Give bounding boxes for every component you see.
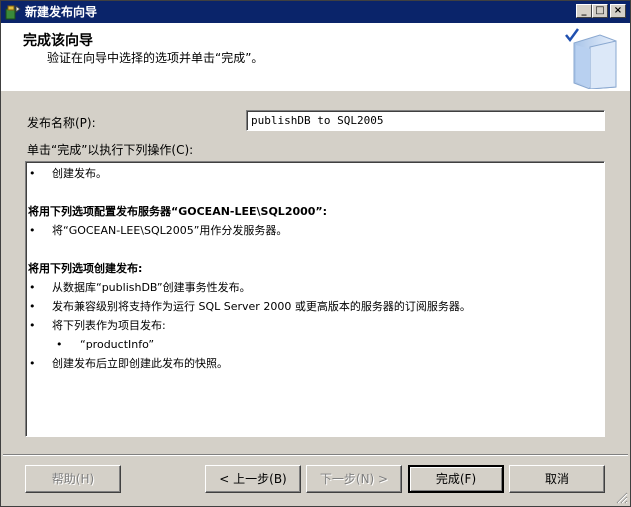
cancel-button[interactable]: 取消	[509, 465, 605, 493]
window-title: 新建发布向导	[25, 5, 98, 19]
next-button[interactable]: 下一步(N) >	[306, 465, 402, 493]
summary-list-item: • 创建发布后立即创建此发布的快照。	[28, 354, 602, 373]
summary-item-text: 将下列表作为项目发布:	[52, 319, 166, 332]
bullet-icon: •	[29, 224, 36, 237]
bullet-icon: •	[29, 167, 36, 180]
finish-button[interactable]: 完成(F)	[408, 465, 504, 493]
summary-list-item: • 将下列表作为项目发布:	[28, 316, 602, 335]
maximize-button[interactable]: □	[592, 4, 608, 18]
summary-list-item: • 从数据库“publishDB”创建事务性发布。	[28, 278, 602, 297]
summary-item-text: 创建发布后立即创建此发布的快照。	[52, 357, 228, 370]
header-divider	[1, 90, 630, 91]
bullet-icon: •	[29, 319, 36, 332]
summary-item-text: “productInfo”	[80, 338, 155, 351]
summary-item-text: 发布兼容级别将支持作为运行 SQL Server 2000 或更高版本的服务器的…	[52, 300, 471, 313]
resize-grip-icon[interactable]	[616, 492, 628, 504]
page-subtitle: 验证在向导中选择的选项并单击“完成”。	[47, 51, 264, 65]
bullet-icon: •	[29, 281, 36, 294]
minimize-icon: _	[581, 5, 587, 16]
title-bar[interactable]: 新建发布向导 _ □ ×	[1, 1, 630, 23]
publication-name-input[interactable]: publishDB to SQL2005	[246, 110, 605, 131]
summary-list-item: • 将“GOCEAN-LEE\SQL2005”用作分发服务器。	[28, 221, 602, 240]
summary-label: 单击“完成”以执行下列操作(C):	[27, 143, 194, 157]
page-title: 完成该向导	[23, 33, 93, 49]
bullet-icon: •	[56, 338, 63, 351]
summary-list-item: • “productInfo”	[28, 335, 602, 354]
summary-list-item: • 创建发布。	[28, 164, 602, 183]
publication-name-label: 发布名称(P):	[27, 116, 96, 130]
summary-item-text: 从数据库“publishDB”创建事务性发布。	[52, 281, 251, 294]
close-button[interactable]: ×	[610, 4, 626, 18]
bullet-icon: •	[29, 300, 36, 313]
summary-textbox[interactable]: • 创建发布。将用下列选项配置发布服务器“GOCEAN-LEE\SQL2000”:…	[25, 161, 605, 437]
bullet-icon: •	[29, 357, 36, 370]
summary-list-item: • 发布兼容级别将支持作为运行 SQL Server 2000 或更高版本的服务器…	[28, 297, 602, 316]
summary-item-text: 创建发布。	[52, 167, 107, 180]
summary-blank-line	[28, 240, 602, 259]
summary-blank-line	[28, 183, 602, 202]
summary-heading: 将用下列选项配置发布服务器“GOCEAN-LEE\SQL2000”:	[28, 205, 328, 218]
wizard-header: 完成该向导 验证在向导中选择的选项并单击“完成”。	[1, 23, 630, 91]
wizard-app-icon	[5, 5, 21, 20]
wizard-window: 新建发布向导 _ □ × 完成该向导 验证在向导中选择的选项并单击“完成”。 发…	[0, 0, 631, 507]
close-icon: ×	[613, 5, 623, 16]
wizard-book-check-icon	[565, 28, 617, 89]
back-button[interactable]: < 上一步(B)	[205, 465, 301, 493]
summary-item-text: 将“GOCEAN-LEE\SQL2005”用作分发服务器。	[52, 224, 288, 237]
summary-heading: 将用下列选项创建发布:	[28, 262, 143, 275]
minimize-button[interactable]: _	[576, 4, 592, 18]
help-button[interactable]: 帮助(H)	[25, 465, 121, 493]
maximize-icon: □	[595, 5, 605, 16]
footer-divider	[3, 454, 628, 456]
